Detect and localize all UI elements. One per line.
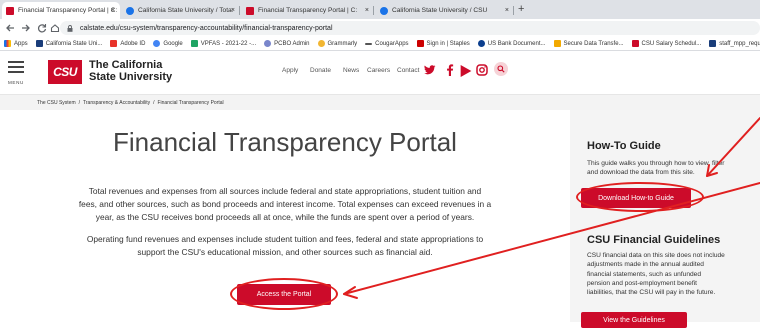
view-guidelines-button[interactable]: View the Guidelines: [581, 312, 687, 328]
annotation-ring: [576, 182, 704, 212]
bookmark-item[interactable]: CougarApps: [365, 41, 409, 47]
back-arrow-icon[interactable]: [5, 23, 15, 33]
hamburger-icon: [8, 61, 24, 63]
lock-icon: [67, 25, 73, 32]
forward-arrow-icon[interactable]: [21, 23, 31, 33]
howto-text: This guide walks you through how to view…: [587, 160, 725, 177]
nav-donate[interactable]: Donate: [310, 67, 331, 74]
grammarly-icon: [317, 40, 325, 47]
bookmark-favicon-icon: [35, 40, 43, 47]
browser-toolbar: calstate.edu/csu-system/transparency-acc…: [0, 19, 760, 37]
browser-tab[interactable]: Financial Transparency Portal | C: ×: [242, 2, 374, 19]
instagram-icon[interactable]: [476, 64, 488, 76]
twitter-icon[interactable]: [424, 64, 436, 76]
tab-title: Financial Transparency Portal | C:: [258, 7, 358, 14]
nav-careers[interactable]: Careers: [367, 67, 390, 74]
home-icon[interactable]: [50, 23, 60, 33]
bookmark-item[interactable]: Secure Data Transfe...: [553, 40, 624, 47]
bookmark-favicon-icon: [365, 42, 373, 45]
guidelines-text: CSU financial data on this site does not…: [587, 252, 725, 297]
site-header: MENU CSU The California State University…: [0, 51, 760, 95]
new-tab-button[interactable]: +: [518, 3, 524, 15]
bookmark-item[interactable]: staff_mpp_requis: [709, 40, 760, 47]
csu-favicon-icon: [246, 6, 254, 15]
bookmark-item[interactable]: California State Uni...: [35, 40, 102, 47]
nav-news[interactable]: News: [343, 67, 359, 74]
staples-icon: [416, 40, 424, 47]
guidelines-heading: CSU Financial Guidelines: [587, 234, 721, 246]
arrowhead: [343, 286, 358, 299]
browser-tab-bar: Financial Transparency Portal | C: × Cal…: [0, 0, 760, 19]
browser-tab[interactable]: California State University / Tota: ×: [122, 2, 240, 19]
csu-favicon-icon: [6, 6, 14, 15]
howto-heading: How-To Guide: [587, 140, 661, 152]
revenue-paragraph: Total revenues and expenses from all sou…: [78, 186, 492, 222]
search-button[interactable]: [494, 62, 508, 76]
breadcrumb-separator: /: [153, 99, 155, 106]
csu-favicon-icon: [631, 40, 639, 47]
nav-contact[interactable]: Contact: [397, 67, 419, 74]
bookmarks-bar: Apps California State Uni... Adobe ID Go…: [0, 37, 760, 51]
nav-apply[interactable]: Apply: [282, 67, 298, 74]
bookmark-item[interactable]: US Bank Document...: [477, 40, 546, 47]
sidebar: How-To Guide This guide walks you throug…: [570, 110, 760, 328]
close-tab-icon[interactable]: ×: [365, 7, 369, 14]
page-title: Financial Transparency Portal: [113, 127, 457, 157]
adobe-icon: [110, 40, 118, 47]
tab-title: California State University / Tota:: [138, 7, 234, 14]
google-icon: [153, 40, 161, 47]
reload-icon[interactable]: [37, 23, 47, 33]
bookmark-item[interactable]: Sign in | Staples: [416, 40, 470, 47]
search-icon: [497, 65, 505, 73]
bookmark-apps[interactable]: Apps: [4, 40, 28, 47]
breadcrumb-item[interactable]: The CSU System: [37, 100, 76, 106]
bookmark-item[interactable]: CSU Salary Schedul...: [631, 40, 701, 47]
annotation-ring: [230, 278, 338, 310]
bookmark-item[interactable]: PCBO Admin: [264, 40, 310, 47]
bookmark-item[interactable]: VPFAS - 2021-22 -...: [190, 40, 256, 47]
globe-favicon-icon: [126, 6, 134, 15]
close-tab-icon[interactable]: ×: [231, 7, 235, 14]
globe-favicon-icon: [380, 6, 388, 15]
menu-label: MENU: [8, 80, 24, 85]
address-bar[interactable]: calstate.edu/csu-system/transparency-acc…: [60, 21, 760, 35]
apps-grid-icon: [4, 40, 11, 47]
browser-tab[interactable]: California State University / CSU ×: [376, 2, 514, 19]
bookmark-favicon-icon: [709, 40, 717, 47]
breadcrumb: The CSU System / Transparency & Accounta…: [0, 95, 760, 110]
tab-title: Financial Transparency Portal | C:: [18, 7, 118, 14]
site-name[interactable]: The California State University: [89, 59, 172, 83]
close-tab-icon[interactable]: ×: [505, 7, 509, 14]
bookmark-favicon-icon: [264, 40, 272, 47]
breadcrumb-separator: /: [78, 99, 81, 106]
url-text: calstate.edu/csu-system/transparency-acc…: [80, 24, 333, 32]
tab-title: California State University / CSU: [392, 7, 488, 14]
bookmark-item[interactable]: Adobe ID: [110, 40, 145, 47]
bookmark-item[interactable]: Google: [153, 40, 183, 47]
facebook-icon[interactable]: [444, 64, 456, 76]
menu-button[interactable]: MENU: [8, 59, 26, 87]
operating-fund-paragraph: Operating fund revenues and expenses inc…: [86, 234, 484, 257]
browser-tab[interactable]: Financial Transparency Portal | C: ×: [2, 2, 120, 19]
youtube-icon[interactable]: [460, 65, 472, 77]
bookmark-item[interactable]: Grammarly: [317, 40, 357, 47]
cloud-icon: [477, 40, 485, 47]
folder-icon: [553, 40, 561, 47]
breadcrumb-item[interactable]: Transparency & Accountability: [83, 100, 150, 106]
breadcrumb-current: Financial Transparency Portal: [157, 99, 224, 106]
close-tab-icon[interactable]: ×: [111, 7, 115, 14]
bookmark-favicon-icon: [190, 40, 198, 47]
csu-logo[interactable]: CSU: [48, 60, 82, 84]
